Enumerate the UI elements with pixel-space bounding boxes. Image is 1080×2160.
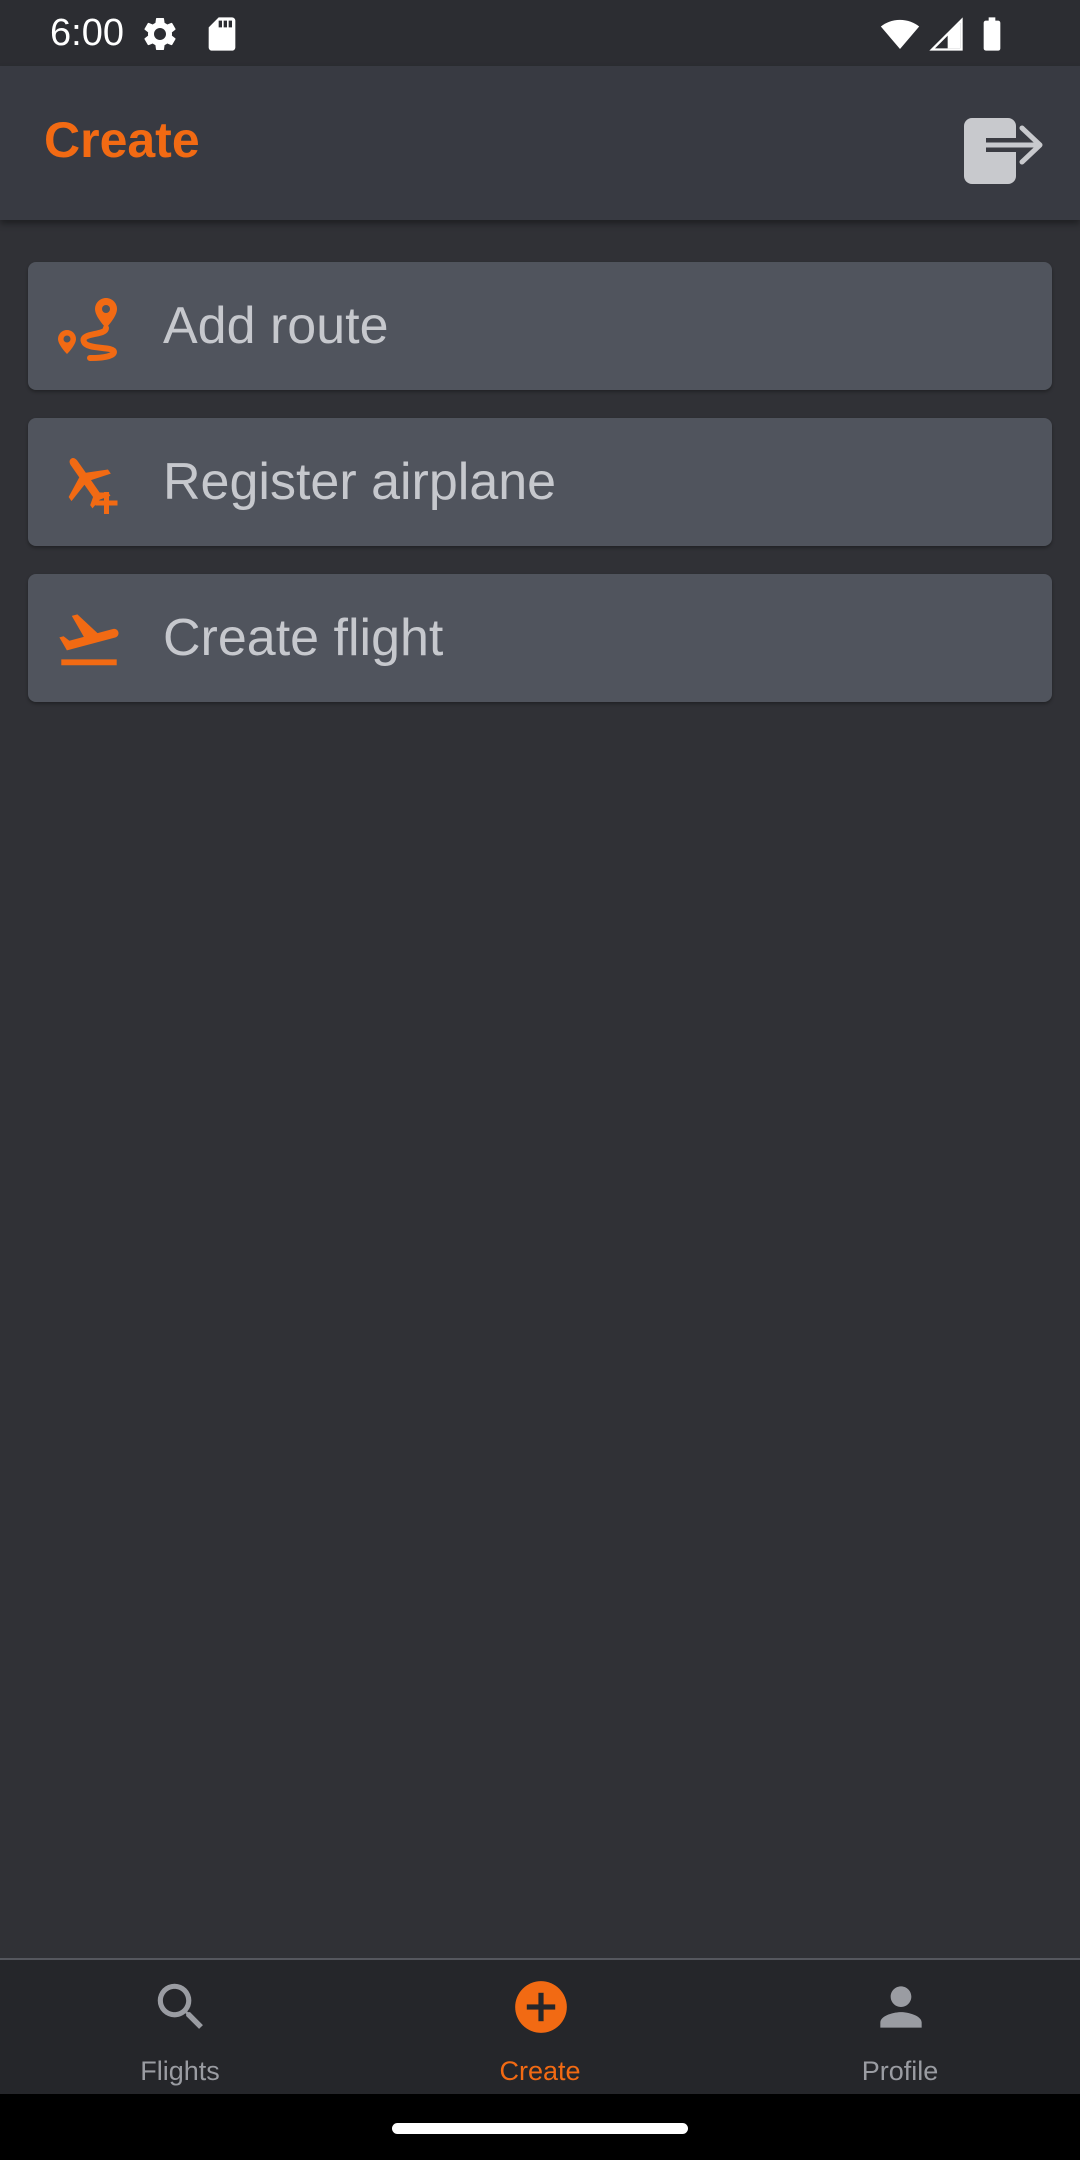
status-bar: 6:00 [0,0,1080,66]
create-flight-button[interactable]: Create flight [28,574,1052,702]
app-bar: Create [0,66,1080,220]
create-flight-label: Create flight [163,609,444,667]
tab-profile-label: Profile [861,2056,939,2086]
gesture-bar [0,2094,1080,2160]
tab-profile[interactable]: Profile [720,1960,1080,2096]
wifi-icon [880,14,920,54]
home-gesture-handle[interactable] [392,2123,688,2134]
cell-signal-icon [926,14,966,54]
person-icon [870,1976,932,2038]
tab-create[interactable]: Create [360,1960,720,2096]
battery-icon [972,14,1012,54]
search-icon [150,1976,212,2038]
add-route-button[interactable]: Add route [28,262,1052,390]
logout-icon [956,118,1048,190]
flight-takeoff-icon [54,604,124,674]
tab-create-label: Create [499,2056,581,2086]
route-icon [54,292,124,362]
sd-card-icon [202,14,242,54]
add-route-label: Add route [163,297,389,355]
tab-flights-label: Flights [140,2056,220,2086]
status-time: 6:00 [50,12,124,54]
settings-gear-icon [140,14,180,54]
logout-button[interactable] [956,106,1048,186]
bottom-navigation: Flights Create Profile [0,1958,1080,2096]
screen: 6:00 Create Add route Register airplane … [0,0,1080,2160]
page-title: Create [44,112,200,168]
register-airplane-label: Register airplane [163,453,557,511]
register-airplane-button[interactable]: Register airplane [28,418,1052,546]
tab-flights[interactable]: Flights [0,1960,360,2096]
airplane-add-icon [54,448,124,518]
add-circle-icon [510,1976,572,2038]
